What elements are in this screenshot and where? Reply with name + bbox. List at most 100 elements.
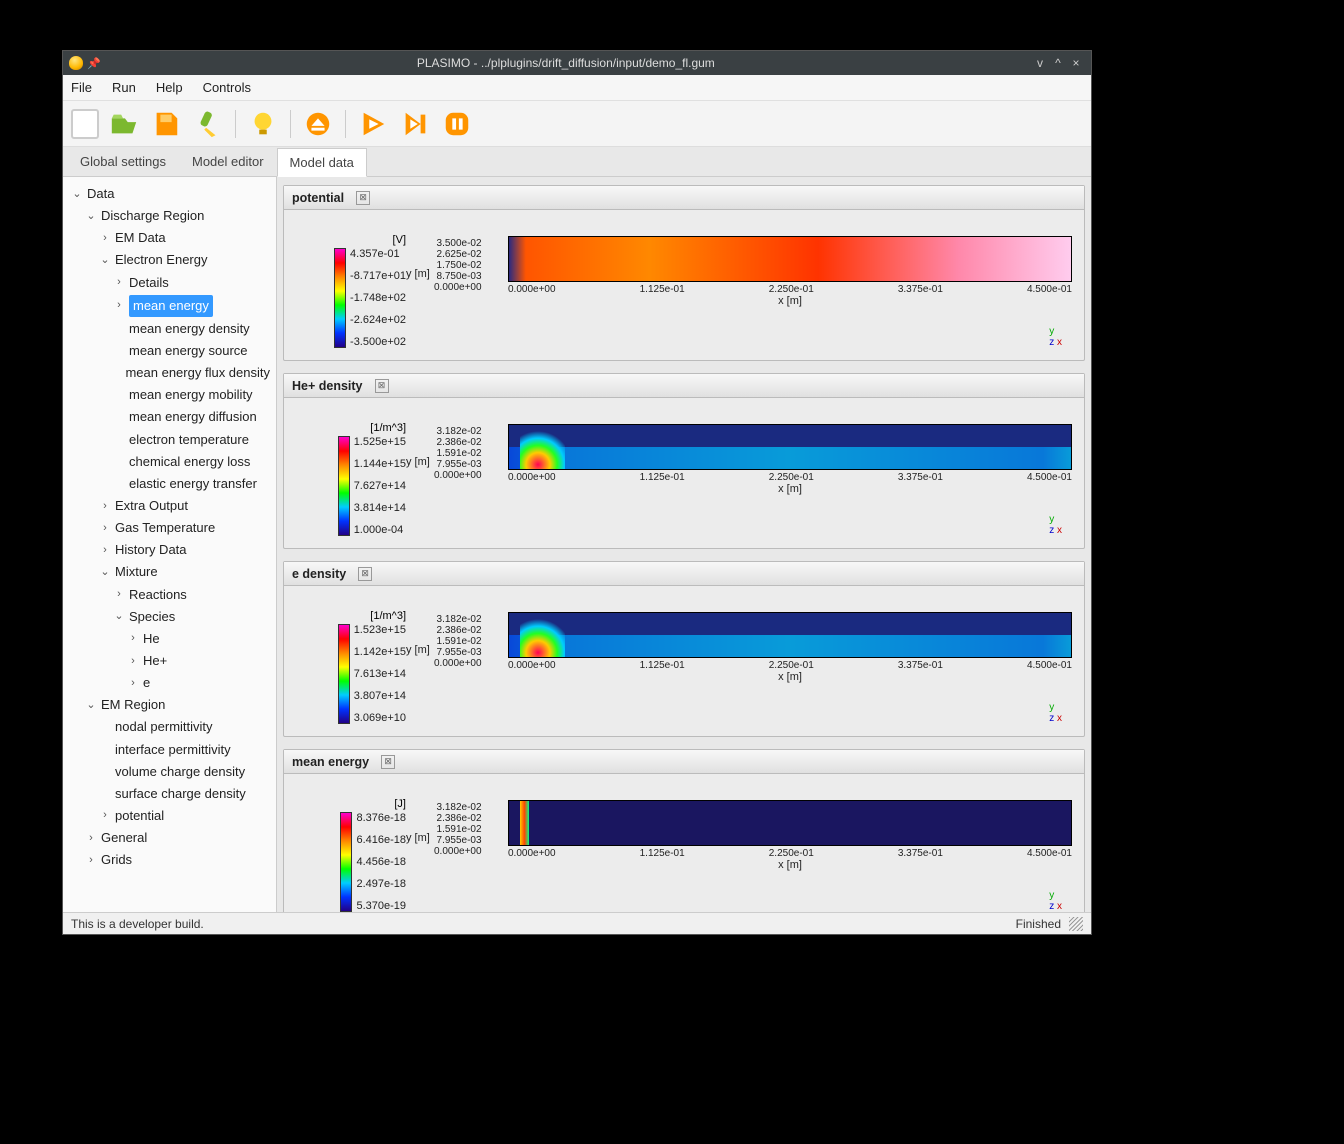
idea-button[interactable] [246, 107, 280, 141]
menu-controls[interactable]: Controls [203, 80, 251, 95]
tree-history-data[interactable]: ›History Data [67, 539, 272, 561]
x-axis-label: x [m] [508, 671, 1072, 683]
tree-data[interactable]: ⌄Data [67, 183, 272, 205]
toolbar [63, 101, 1091, 147]
tree-electron-temperature[interactable]: electron temperature [67, 429, 272, 451]
tree-species[interactable]: ⌄Species [67, 606, 272, 628]
tabbar: Global settings Model editor Model data [63, 147, 1091, 177]
tree-volume-charge-density[interactable]: volume charge density [67, 761, 272, 783]
x-ticks: 0.000e+001.125e-012.250e-013.375e-014.50… [508, 284, 1072, 295]
resize-grip-icon[interactable] [1069, 917, 1083, 931]
colorbar: [J] 8.376e-186.416e-184.456e-182.497e-18… [296, 782, 406, 912]
tree-mixture[interactable]: ⌄Mixture [67, 561, 272, 583]
tree-mean-energy-diffusion[interactable]: mean energy diffusion [67, 406, 272, 428]
tree-reactions[interactable]: ›Reactions [67, 584, 272, 606]
plot-panel-mean-energy: mean energy ⊠ [J] 8.376e-186.416e-184.45… [283, 749, 1085, 912]
plot-header[interactable]: mean energy ⊠ [284, 750, 1084, 774]
tree-mean-energy[interactable]: ›mean energy [67, 294, 272, 318]
menu-help[interactable]: Help [156, 80, 183, 95]
minimize-button[interactable]: v [1031, 56, 1049, 70]
close-icon[interactable]: ⊠ [356, 191, 370, 205]
close-icon[interactable]: ⊠ [375, 379, 389, 393]
tree-chemical-energy-loss[interactable]: chemical energy loss [67, 451, 272, 473]
close-button[interactable]: × [1067, 56, 1085, 70]
close-icon[interactable]: ⊠ [381, 755, 395, 769]
tree-mean-energy-density[interactable]: mean energy density [67, 318, 272, 340]
tree-interface-permittivity[interactable]: interface permittivity [67, 739, 272, 761]
tree-general[interactable]: ›General [67, 827, 272, 849]
heatmap[interactable]: y [m] 3.182e-022.386e-021.591e-027.955e-… [406, 594, 1072, 728]
plot-title: e density [292, 567, 346, 581]
save-button[interactable] [149, 107, 183, 141]
content-area: ⌄Data ⌄Discharge Region ›EM Data ⌄Electr… [63, 177, 1091, 912]
heatmap[interactable]: y [m] 3.500e-022.625e-021.750e-028.750e-… [406, 218, 1072, 352]
tree-potential[interactable]: ›potential [67, 805, 272, 827]
tree-e[interactable]: ›e [67, 672, 272, 694]
menu-file[interactable]: File [71, 80, 92, 95]
tree-electron-energy[interactable]: ⌄Electron Energy [67, 249, 272, 271]
units-label: [V] [316, 234, 406, 246]
pin-icon[interactable]: 📌 [87, 57, 101, 70]
tab-model-editor[interactable]: Model editor [179, 147, 277, 176]
new-button[interactable] [71, 109, 99, 139]
separator [235, 110, 236, 138]
data-tree[interactable]: ⌄Data ⌄Discharge Region ›EM Data ⌄Electr… [63, 177, 277, 912]
tree-grids[interactable]: ›Grids [67, 849, 272, 871]
y-axis-label: y [m] [406, 644, 430, 656]
heatmap-surface [508, 800, 1072, 846]
y-ticks: 3.500e-022.625e-021.750e-028.750e-030.00… [434, 238, 482, 283]
menubar: File Run Help Controls [63, 75, 1091, 101]
colorbar-gradient [338, 436, 350, 536]
tab-model-data[interactable]: Model data [277, 148, 367, 177]
pause-button[interactable] [440, 107, 474, 141]
tree-elastic-energy-transfer[interactable]: elastic energy transfer [67, 473, 272, 495]
titlebar[interactable]: 📌 PLASIMO - ../plplugins/drift_diffusion… [63, 51, 1091, 75]
tree-extra-output[interactable]: ›Extra Output [67, 495, 272, 517]
heatmap[interactable]: y [m] 3.182e-022.386e-021.591e-027.955e-… [406, 406, 1072, 540]
statusbar: This is a developer build. Finished [63, 912, 1091, 934]
clean-button[interactable] [191, 107, 225, 141]
x-ticks: 0.000e+001.125e-012.250e-013.375e-014.50… [508, 848, 1072, 859]
heatmap[interactable]: y [m] 3.182e-022.386e-021.591e-027.955e-… [406, 782, 1072, 912]
y-axis-label: y [m] [406, 456, 430, 468]
colorbar: [1/m^3] 1.523e+151.142e+157.613e+143.807… [296, 594, 406, 728]
tree-nodal-permittivity[interactable]: nodal permittivity [67, 716, 272, 738]
maximize-button[interactable]: ^ [1049, 56, 1067, 70]
axis-triad-icon: yz x [1049, 890, 1062, 912]
menu-run[interactable]: Run [112, 80, 136, 95]
tree-surface-charge-density[interactable]: surface charge density [67, 783, 272, 805]
plot-header[interactable]: e density ⊠ [284, 562, 1084, 586]
eject-button[interactable] [301, 107, 335, 141]
tree-gas-temperature[interactable]: ›Gas Temperature [67, 517, 272, 539]
colorbar: [V] 4.357e-01-8.717e+01-1.748e+02-2.624e… [296, 218, 406, 352]
x-ticks: 0.000e+001.125e-012.250e-013.375e-014.50… [508, 472, 1072, 483]
tree-em-data[interactable]: ›EM Data [67, 227, 272, 249]
open-button[interactable] [107, 107, 141, 141]
tree-mean-energy-mobility[interactable]: mean energy mobility [67, 384, 272, 406]
status-right: Finished [1016, 917, 1061, 931]
plot-panel-potential: potential ⊠ [V] 4.357e-01-8.717e+01-1.74… [283, 185, 1085, 361]
plot-header[interactable]: He+ density ⊠ [284, 374, 1084, 398]
tree-mean-energy-source[interactable]: mean energy source [67, 340, 272, 362]
tree-discharge-region[interactable]: ⌄Discharge Region [67, 205, 272, 227]
heatmap-surface [508, 612, 1072, 658]
play-button[interactable] [356, 107, 390, 141]
tab-global-settings[interactable]: Global settings [67, 147, 179, 176]
step-button[interactable] [398, 107, 432, 141]
colorbar-labels: 4.357e-01-8.717e+01-1.748e+02-2.624e+02-… [350, 248, 406, 348]
colorbar-gradient [338, 624, 350, 724]
tree-he[interactable]: ›He [67, 628, 272, 650]
tree-he-plus[interactable]: ›He+ [67, 650, 272, 672]
plot-area: potential ⊠ [V] 4.357e-01-8.717e+01-1.74… [277, 177, 1091, 912]
units-label: [1/m^3] [316, 422, 406, 434]
close-icon[interactable]: ⊠ [358, 567, 372, 581]
main-window: 📌 PLASIMO - ../plplugins/drift_diffusion… [62, 50, 1092, 935]
tree-em-region[interactable]: ⌄EM Region [67, 694, 272, 716]
colorbar: [1/m^3] 1.525e+151.144e+157.627e+143.814… [296, 406, 406, 540]
x-ticks: 0.000e+001.125e-012.250e-013.375e-014.50… [508, 660, 1072, 671]
tree-mean-energy-flux-density[interactable]: mean energy flux density [67, 362, 272, 384]
plot-header[interactable]: potential ⊠ [284, 186, 1084, 210]
x-axis-label: x [m] [508, 483, 1072, 495]
y-ticks: 3.182e-022.386e-021.591e-027.955e-030.00… [434, 614, 482, 659]
tree-details[interactable]: ›Details [67, 272, 272, 294]
